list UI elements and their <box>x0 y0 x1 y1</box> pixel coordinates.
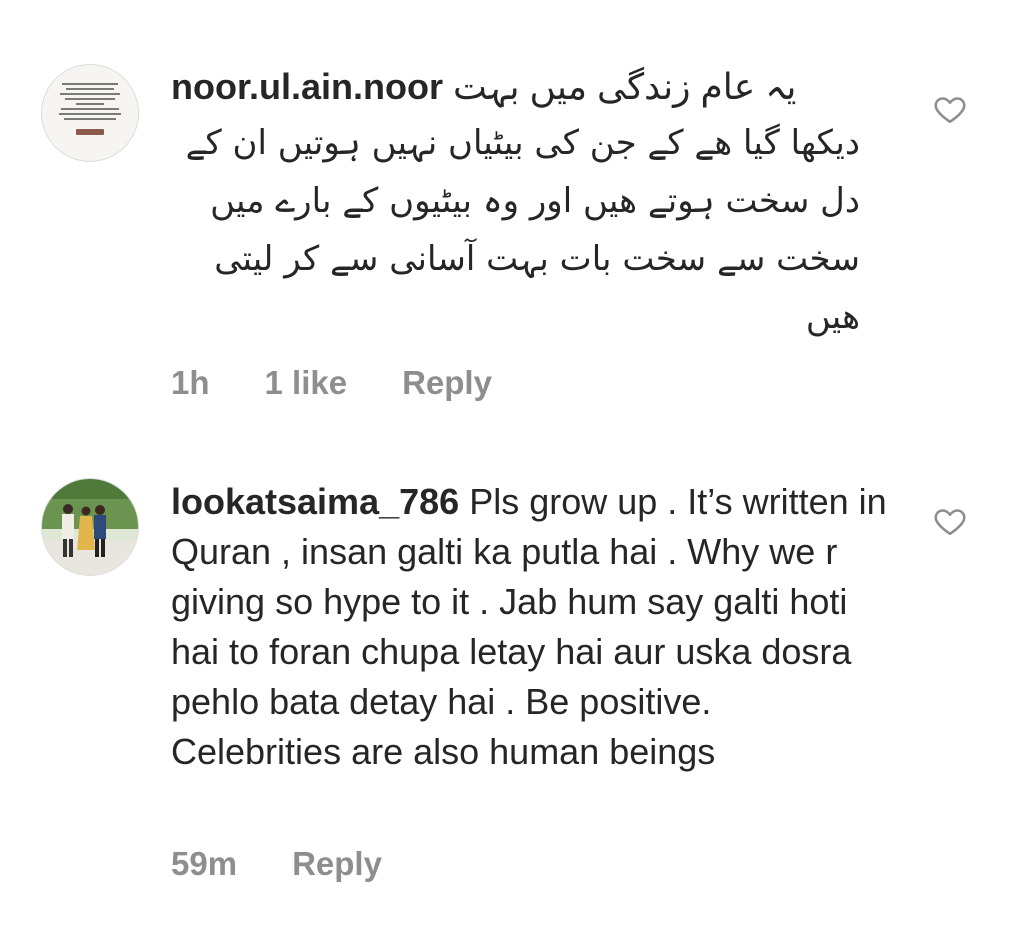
comment-text: lookatsaima_786 Pls grow up . It’s writt… <box>171 477 891 777</box>
comment-body: Pls grow up . It’s written in Quran , in… <box>171 481 887 772</box>
avatar[interactable] <box>41 64 139 162</box>
username[interactable]: noor.ul.ain.noor <box>171 66 443 107</box>
timestamp: 1h <box>171 364 210 401</box>
username[interactable]: lookatsaima_786 <box>171 481 459 522</box>
comment-meta: 1h 1 like Reply <box>171 364 492 402</box>
avatar-quote-image <box>56 81 124 130</box>
comment-text-rest: دیکھا گیا ھے کے جن کی بیٹیاں نہیں ہوتیں … <box>185 123 860 337</box>
avatar-photo <box>42 479 138 575</box>
avatar[interactable] <box>41 478 139 576</box>
reply-button[interactable]: Reply <box>402 364 492 402</box>
comment-text-first-line: یہ عام زندگی میں بہت <box>453 66 797 107</box>
comment-meta: 59m Reply <box>171 845 382 883</box>
comment-text: noor.ul.ain.noor یہ عام زندگی میں بہت <box>171 62 891 112</box>
avatar-decoration <box>76 129 104 135</box>
heart-outline-icon[interactable] <box>933 504 967 538</box>
like-count[interactable]: 1 like <box>265 364 348 402</box>
reply-button[interactable]: Reply <box>292 845 382 883</box>
heart-outline-icon[interactable] <box>933 92 967 126</box>
timestamp: 59m <box>171 845 238 882</box>
